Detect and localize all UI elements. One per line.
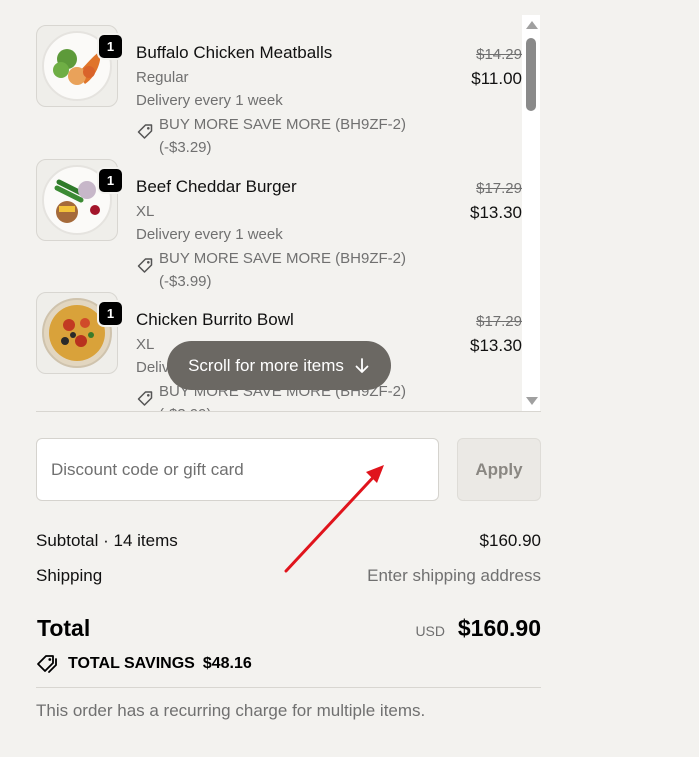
- item-variant: XL: [136, 336, 155, 353]
- item-delivery-frequency: Delivery every 1 week: [136, 226, 283, 243]
- item-price: $13.30: [470, 203, 522, 222]
- item-name: Buffalo Chicken Meatballs: [136, 43, 333, 62]
- apply-button[interactable]: Apply: [457, 438, 541, 501]
- subtotal-value: $160.90: [479, 531, 541, 550]
- savings-value: $48.16: [202, 655, 252, 672]
- shipping-label: Shipping: [36, 566, 103, 585]
- total-savings: TOTAL SAVINGS $48.16: [36, 654, 252, 674]
- item-name: Chicken Burrito Bowl: [136, 310, 294, 329]
- scroll-for-more-button[interactable]: Scroll for more items: [167, 341, 391, 390]
- items-divider: [36, 411, 541, 412]
- recurring-charge-note: This order has a recurring charge for mu…: [36, 701, 426, 720]
- shipping-value: Enter shipping address: [367, 566, 541, 585]
- item-price: $13.30: [470, 336, 522, 355]
- item-original-price: $17.29: [476, 313, 522, 330]
- total-label: Total: [37, 615, 91, 641]
- tag-icon: [137, 258, 153, 273]
- arrow-down-icon: [355, 357, 369, 373]
- cart-item: 1 Beef Cheddar Burger XL Delivery every …: [36, 149, 522, 290]
- quantity-badge: 1: [97, 300, 124, 327]
- items-scrollbar[interactable]: [522, 15, 540, 411]
- savings-tag-icon: [37, 655, 57, 673]
- scroll-hint-label: Scroll for more items: [188, 355, 344, 375]
- item-variant: XL: [136, 203, 155, 220]
- annotation-arrow-icon: [284, 465, 384, 573]
- total-value: $160.90: [457, 615, 541, 641]
- currency-code: USD: [415, 623, 445, 639]
- item-original-price: $14.29: [476, 46, 522, 63]
- summary-divider: [36, 687, 541, 688]
- tag-icon: [137, 391, 153, 406]
- scroll-down-arrow-icon[interactable]: [526, 397, 538, 405]
- item-original-price: $17.29: [476, 180, 522, 197]
- scrollbar-thumb[interactable]: [526, 38, 536, 111]
- item-price: $11.00: [471, 69, 522, 88]
- item-delivery-frequency: Delivery every 1 week: [136, 92, 283, 109]
- subtotal-label: Subtotal · 14 items: [36, 531, 178, 550]
- quantity-badge: 1: [97, 33, 124, 60]
- savings-label: TOTAL SAVINGS: [68, 655, 195, 672]
- cart-item: 1 Buffalo Chicken Meatballs Regular Deli…: [36, 15, 522, 156]
- scroll-up-arrow-icon[interactable]: [526, 21, 538, 29]
- tag-icon: [137, 124, 153, 139]
- item-name: Beef Cheddar Burger: [136, 177, 297, 196]
- item-variant: Regular: [136, 69, 189, 86]
- quantity-badge: 1: [97, 167, 124, 194]
